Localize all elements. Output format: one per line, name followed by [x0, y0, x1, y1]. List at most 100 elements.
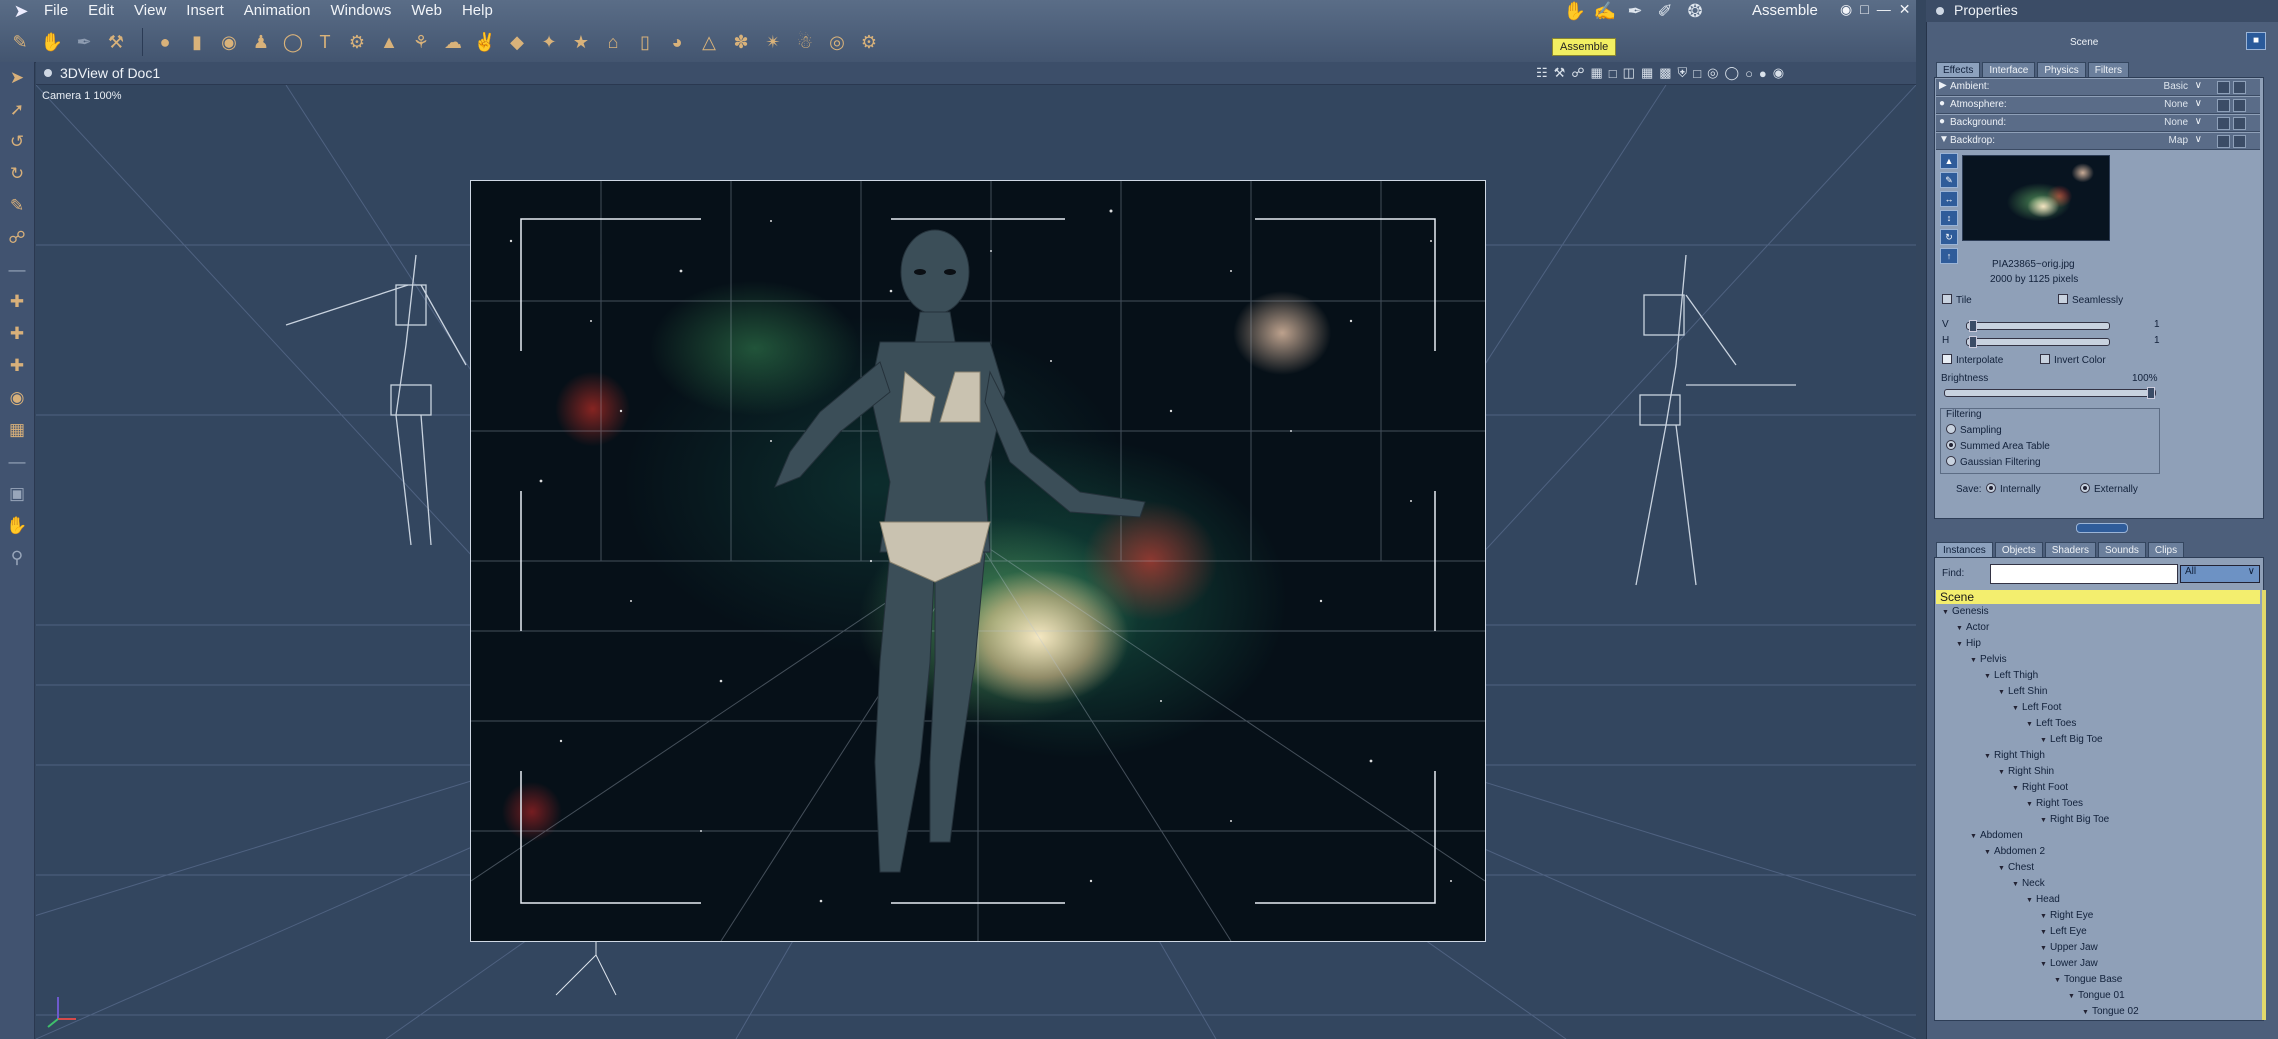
expand-triangle-icon[interactable]: ▼ — [1942, 609, 1949, 616]
twist-icon[interactable]: ↻ — [0, 158, 34, 190]
tab-sounds[interactable]: Sounds — [2097, 542, 2146, 558]
tree-item[interactable]: ▼ Right Big Toe — [2040, 814, 2109, 829]
expand-triangle-icon[interactable]: ▼ — [2012, 785, 2019, 792]
expand-triangle-icon[interactable]: ▼ — [2040, 737, 2047, 744]
expand-triangle-icon[interactable]: ▼ — [2068, 993, 2075, 1000]
save-internally-option[interactable]: Internally — [1986, 483, 2041, 495]
invert-color-check-icon[interactable] — [2040, 354, 2050, 365]
chevron-down-icon[interactable]: ∨ — [2195, 80, 2202, 91]
expand-triangle-icon[interactable]: ▼ — [2040, 961, 2047, 968]
wrench-icon[interactable]: ⚙ — [855, 28, 883, 56]
torus-icon[interactable]: ◯ — [279, 28, 307, 56]
interpolate-check-icon[interactable] — [1942, 354, 1952, 365]
backdrop-row[interactable]: ▼ Backdrop: Map ∨ — [1936, 133, 2260, 150]
tab-shaders[interactable]: Shaders — [2044, 542, 2096, 558]
radio-icon[interactable] — [1946, 456, 1956, 467]
panel-menu-icon[interactable] — [1936, 7, 1944, 15]
backdrop-option2-icon[interactable] — [2233, 135, 2246, 148]
brush-icon[interactable]: ✎ — [6, 28, 34, 56]
tree-item[interactable]: ▼ Genesis — [1942, 606, 1989, 621]
sphere-icon[interactable]: ● — [151, 28, 179, 56]
tab-objects[interactable]: Objects — [1994, 542, 2043, 558]
expand-triangle-icon[interactable]: ▼ — [2040, 929, 2047, 936]
chevron-down-icon[interactable]: ∨ — [2195, 116, 2202, 127]
expand-triangle-icon[interactable]: ▼ — [1998, 689, 2005, 696]
brightness-value[interactable]: 100% — [2132, 373, 2158, 384]
seamlessly-checkbox[interactable]: Seamlessly — [2058, 294, 2123, 306]
expand-triangle-icon[interactable]: ▼ — [2026, 801, 2033, 808]
filter-gaussian-option[interactable]: Gaussian Filtering — [1946, 456, 2041, 468]
expand-triangle-icon[interactable]: ▼ — [2054, 977, 2061, 984]
seamlessly-check-icon[interactable] — [2058, 294, 2068, 305]
fit-icon[interactable]: ▦ — [1590, 65, 1602, 81]
radio-icon[interactable] — [2080, 483, 2090, 494]
expand-triangle-icon[interactable]: ▼ — [1984, 753, 1991, 760]
tree-item[interactable]: ▼ Chest — [1998, 862, 2034, 877]
layout-4-icon[interactable]: ▩ — [1659, 65, 1671, 81]
select-arrow-icon[interactable]: ➤ — [0, 62, 34, 94]
globe-icon[interactable]: ◉ — [215, 28, 243, 56]
expand-triangle-icon[interactable]: ▼ — [2012, 881, 2019, 888]
chevron-down-icon[interactable]: ∨ — [2195, 98, 2202, 109]
camera-icon[interactable]: ▣ — [0, 478, 34, 510]
tree-item[interactable]: ▼ Right Shin — [1998, 766, 2054, 781]
metaball-icon[interactable]: ✦ — [535, 28, 563, 56]
expand-triangle-icon[interactable]: ▼ — [2040, 817, 2047, 824]
model-room-icon[interactable]: ✍ — [1590, 0, 1620, 22]
render-room-icon[interactable]: ❂ — [1680, 0, 1710, 22]
assemble-room-icon[interactable]: ✋ — [1560, 0, 1590, 22]
move-xz-icon[interactable]: ✚ — [0, 286, 34, 318]
cylinder-icon[interactable]: ▮ — [183, 28, 211, 56]
menu-edit[interactable]: Edit — [78, 0, 124, 22]
expand-triangle-icon[interactable]: ▼ — [2040, 945, 2047, 952]
h-value[interactable]: 1 — [2154, 335, 2160, 346]
rotate-icon[interactable]: ↺ — [0, 126, 34, 158]
find-input[interactable] — [1990, 564, 2178, 584]
move-yz-icon[interactable]: ✚ — [0, 350, 34, 382]
filter-sampling-option[interactable]: Sampling — [1946, 424, 2002, 436]
agi-icon[interactable]: ★ — [567, 28, 595, 56]
edit-image-icon[interactable]: ✎ — [1940, 172, 1958, 188]
collapse-triangle-icon[interactable]: ▼ — [1939, 134, 1949, 145]
tree-item[interactable]: ▼ Actor — [1956, 622, 1989, 637]
expand-triangle-icon[interactable]: ▼ — [1984, 849, 1991, 856]
link-viewport-icon[interactable]: ☍ — [1571, 65, 1584, 81]
tree-item[interactable]: ▼ Left Toes — [2026, 718, 2076, 733]
figure-model[interactable] — [760, 222, 1180, 922]
v-slider-knob[interactable] — [1969, 320, 1977, 332]
interpolate-checkbox[interactable]: Interpolate — [1942, 354, 2003, 366]
tree-item[interactable]: ▼ Left Thigh — [1984, 670, 2038, 685]
expand-triangle-icon[interactable]: ▼ — [1956, 641, 1963, 648]
tab-interface[interactable]: Interface — [1982, 62, 2036, 78]
tree-item[interactable]: ▼ Right Thigh — [1984, 750, 2045, 765]
capsule-icon[interactable]: ▯ — [631, 28, 659, 56]
zoom-icon[interactable]: ⚲ — [0, 542, 34, 574]
layout-2-icon[interactable]: ◫ — [1623, 65, 1635, 81]
particles-icon[interactable]: ✴ — [759, 28, 787, 56]
atmosphere-row[interactable]: ● Atmosphere: None ∨ — [1936, 97, 2260, 114]
menu-help[interactable]: Help — [452, 0, 503, 22]
ambient-value[interactable]: Basic — [2164, 81, 2188, 92]
ambient-option-icon[interactable] — [2217, 81, 2230, 94]
scene-toggle-button[interactable]: ■ — [2246, 32, 2266, 50]
gear-icon[interactable]: ⚙ — [343, 28, 371, 56]
scene-tree-header[interactable]: Scene — [1936, 590, 2260, 604]
radio-icon[interactable] — [1946, 440, 1956, 451]
skeleton-right[interactable] — [1635, 254, 1796, 586]
wand-icon[interactable]: ✽ — [727, 28, 755, 56]
close-icon[interactable]: ✕ — [1899, 1, 1911, 18]
display-wire-icon[interactable]: ◎ — [1707, 65, 1718, 81]
viewport-menu-icon[interactable] — [44, 69, 52, 77]
menu-animation[interactable]: Animation — [234, 0, 321, 22]
tree-item[interactable]: ▼ Lower Jaw — [2040, 958, 2098, 973]
expand-triangle-icon[interactable]: ▶ — [1939, 80, 1947, 91]
pose-room-icon[interactable]: ✐ — [1650, 0, 1680, 22]
rotate-image-icon[interactable]: ↻ — [1940, 229, 1958, 245]
expand-triangle-icon[interactable]: ▼ — [1984, 673, 1991, 680]
tree-item[interactable]: ▼ Neck — [2012, 878, 2045, 893]
expand-triangle-icon[interactable]: ▼ — [1998, 865, 2005, 872]
view-icon[interactable]: ◉ — [1840, 1, 1852, 18]
tree-item[interactable]: ▼ Pelvis — [1970, 654, 2007, 669]
tab-physics[interactable]: Physics — [2037, 62, 2086, 78]
menu-view[interactable]: View — [124, 0, 176, 22]
